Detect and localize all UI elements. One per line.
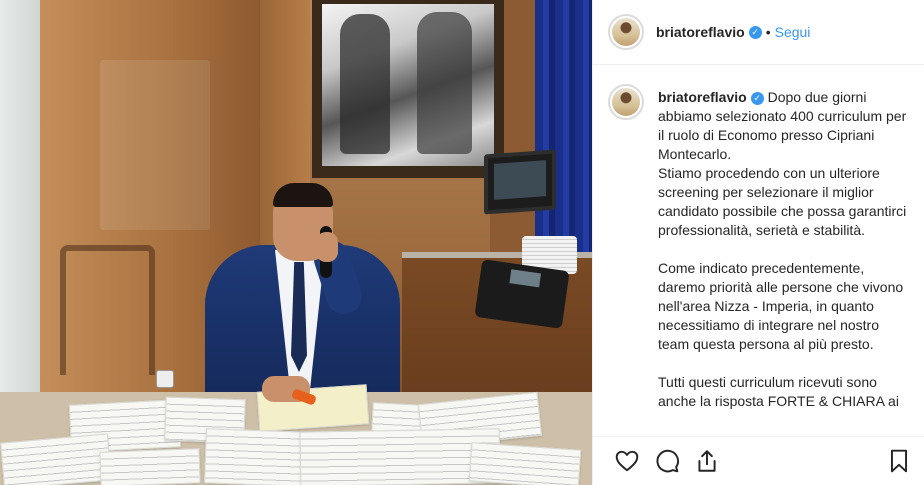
heart-icon bbox=[615, 450, 639, 472]
man-hand bbox=[316, 232, 338, 262]
avatar-image bbox=[612, 18, 640, 46]
caption-row: briatoreflavio ✓ Dopo due giorni abbiamo … bbox=[608, 84, 909, 411]
header-username[interactable]: briatoreflavio bbox=[656, 24, 745, 40]
share-button[interactable] bbox=[687, 441, 727, 481]
caption-username[interactable]: briatoreflavio bbox=[658, 89, 747, 105]
paper-stack bbox=[99, 448, 201, 485]
comment-button[interactable] bbox=[647, 441, 687, 481]
follow-button[interactable]: Segui bbox=[775, 24, 811, 40]
chair-reflection bbox=[60, 245, 155, 375]
paper-stack bbox=[0, 433, 112, 485]
verified-badge-icon: ✓ bbox=[750, 92, 764, 105]
paper-stack bbox=[468, 442, 582, 485]
paper-stack bbox=[204, 428, 306, 485]
like-button[interactable] bbox=[607, 441, 647, 481]
action-bar bbox=[593, 436, 924, 485]
bookmark-icon bbox=[890, 449, 908, 473]
avatar-image bbox=[612, 88, 640, 116]
post-sidebar: briatoreflavio ✓ • Segui briatoreflavio ✓… bbox=[592, 0, 924, 485]
caption-area: briatoreflavio ✓ Dopo due giorni abbiamo … bbox=[593, 66, 924, 436]
avatar[interactable] bbox=[608, 84, 644, 120]
wall bbox=[0, 0, 40, 400]
wall-outlet bbox=[156, 370, 174, 388]
framed-photograph bbox=[312, 0, 504, 178]
post-photo[interactable] bbox=[0, 0, 592, 485]
desk-phone bbox=[474, 259, 570, 329]
comment-icon bbox=[656, 449, 679, 473]
caption-body: Dopo due giorni abbiamo selezionato 400 … bbox=[658, 89, 907, 409]
share-icon bbox=[698, 450, 716, 472]
avatar[interactable] bbox=[608, 14, 644, 50]
man-hair bbox=[273, 183, 333, 207]
post-header: briatoreflavio ✓ • Segui bbox=[593, 0, 924, 65]
caption-text: briatoreflavio ✓ Dopo due giorni abbiamo … bbox=[658, 88, 908, 411]
pos-monitor bbox=[484, 149, 556, 215]
verified-badge-icon: ✓ bbox=[748, 25, 762, 39]
save-button[interactable] bbox=[879, 441, 919, 481]
separator-dot: • bbox=[765, 24, 771, 40]
